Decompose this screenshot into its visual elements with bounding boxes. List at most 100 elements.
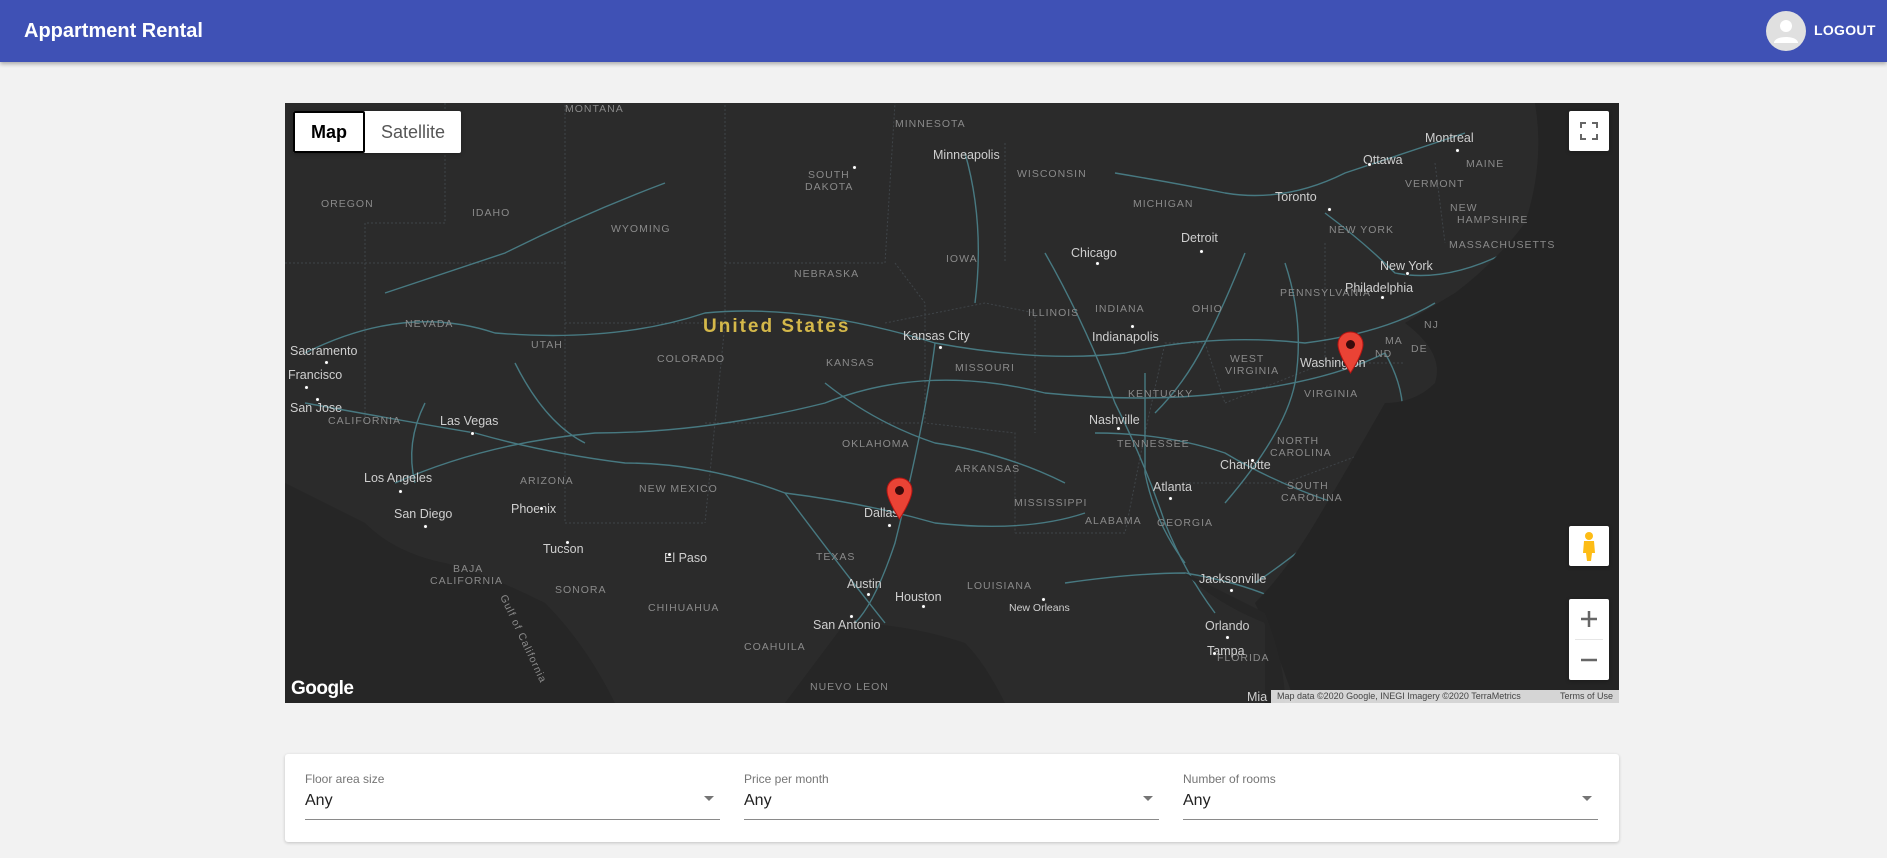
- city-dot-san-antonio: [849, 614, 854, 619]
- city-label-tucson: Tucson: [543, 542, 584, 556]
- city-label-montreal: Montreal: [1425, 131, 1474, 145]
- region-label-south-dakota-1: SOUTH: [808, 169, 850, 181]
- terms-link[interactable]: Terms of Use: [1560, 691, 1613, 702]
- region-label-chihuahua: CHIHUAHUA: [648, 602, 720, 614]
- region-label-michigan: MICHIGAN: [1133, 198, 1194, 210]
- city-dot-houston: [921, 604, 926, 609]
- city-label-houston: Houston: [895, 590, 942, 604]
- region-label-louisiana: LOUISIANA: [967, 580, 1033, 592]
- region-label-oklahoma: OKLAHOMA: [842, 438, 910, 450]
- price-select[interactable]: Price per month Any: [744, 772, 1159, 820]
- account-icon: [1774, 20, 1798, 43]
- map-type-map-button[interactable]: Map: [293, 111, 365, 153]
- zoom-out-button[interactable]: [1569, 640, 1609, 680]
- region-label-north-carolina-1: NORTH: [1277, 435, 1320, 447]
- map-type-satellite-button[interactable]: Satellite: [365, 111, 461, 153]
- city-dot-san-francisco: [304, 385, 309, 390]
- city-dot-philadelphia: [1380, 295, 1385, 300]
- city-dot-ottawa: [1367, 162, 1372, 167]
- city-dot-atlanta: [1168, 496, 1173, 501]
- city-label-phoenix: Phoenix: [511, 502, 557, 516]
- region-label-new-hampshire-2: HAMPSHIRE: [1457, 214, 1529, 226]
- region-label-kentucky: KENTUCKY: [1128, 388, 1194, 400]
- city-label-miami: Mia: [1247, 690, 1268, 703]
- region-label-idaho: IDAHO: [472, 207, 511, 219]
- city-dot-minneapolis: [852, 165, 857, 170]
- country-label: United States: [703, 316, 851, 337]
- price-label: Price per month: [744, 772, 829, 786]
- city-dot-el-paso: [667, 552, 672, 557]
- region-label-sonora: SONORA: [555, 584, 607, 596]
- region-label-delaware: DE: [1411, 343, 1428, 355]
- city-label-san-francisco: Francisco: [288, 368, 343, 382]
- region-label-nevada: NEVADA: [405, 318, 454, 330]
- city-label-philadelphia: Philadelphia: [1345, 281, 1414, 295]
- region-label-south-carolina-1: SOUTH: [1287, 480, 1329, 492]
- city-label-minneapolis: Minneapolis: [933, 148, 1000, 162]
- region-label-california: CALIFORNIA: [328, 415, 402, 427]
- city-dot-nashville: [1116, 426, 1121, 431]
- map-marker-dallas[interactable]: [886, 477, 913, 520]
- map-type-switcher: Map Satellite: [293, 111, 462, 153]
- region-label-west-virginia-2: VIRGINIA: [1225, 365, 1280, 377]
- map-marker-washington[interactable]: [1337, 331, 1364, 374]
- city-dot-jacksonville: [1229, 588, 1234, 593]
- street-view-button[interactable]: [1569, 526, 1609, 566]
- region-label-new-york: NEW YORK: [1329, 224, 1394, 236]
- city-label-chicago: Chicago: [1071, 246, 1117, 260]
- region-label-indiana: INDIANA: [1095, 303, 1145, 315]
- region-label-minnesota: MINNESOTA: [895, 118, 966, 130]
- region-label-nebraska: NEBRASKA: [794, 268, 860, 280]
- account-button[interactable]: [1766, 11, 1806, 51]
- rooms-select[interactable]: Number of rooms Any: [1183, 772, 1598, 820]
- city-dot-dallas: [887, 523, 892, 528]
- region-label-vermont: VERMONT: [1405, 178, 1465, 190]
- city-label-nashville: Nashville: [1089, 413, 1140, 427]
- city-dot-chicago: [1095, 261, 1100, 266]
- region-label-mississippi: MISSISSIPPI: [1014, 497, 1088, 509]
- map-view[interactable]: MONTANA MINNESOTA SOUTH DAKOTA WISCONSIN MICH…: [285, 103, 1619, 703]
- map-attribution: Map data ©2020 Google, INEGI Imagery ©20…: [1271, 690, 1619, 703]
- pegman-icon: [1583, 532, 1595, 561]
- city-label-indianapolis: Indianapolis: [1092, 330, 1159, 344]
- city-dot-toronto: [1327, 207, 1332, 212]
- city-dot-detroit: [1199, 249, 1204, 254]
- region-label-virginia: VIRGINIA: [1304, 388, 1359, 400]
- google-logo: Google: [291, 678, 354, 699]
- fullscreen-icon: [1580, 122, 1598, 140]
- floor-area-select[interactable]: Floor area size Any: [305, 772, 720, 820]
- plus-icon: [1581, 611, 1597, 627]
- city-label-las-vegas: Las Vegas: [440, 414, 499, 428]
- region-label-montana: MONTANA: [565, 103, 624, 115]
- city-dot-charlotte: [1250, 458, 1255, 463]
- floor-area-label: Floor area size: [305, 772, 385, 786]
- fullscreen-button[interactable]: [1569, 111, 1609, 151]
- city-dot-los-angeles: [398, 489, 403, 494]
- city-dot-sacramento: [324, 360, 329, 365]
- city-dot-las-vegas: [470, 431, 475, 436]
- region-label-west-virginia-1: WEST: [1230, 353, 1265, 365]
- chevron-down-icon: [1582, 796, 1592, 801]
- region-label-wisconsin: WISCONSIN: [1017, 168, 1087, 180]
- city-label-san-diego: San Diego: [394, 507, 453, 521]
- city-label-austin: Austin: [847, 577, 882, 591]
- city-dot-montreal: [1455, 148, 1460, 153]
- zoom-in-button[interactable]: [1569, 599, 1609, 639]
- region-label-illinois: ILLINOIS: [1028, 307, 1080, 319]
- region-label-north-carolina-2: CAROLINA: [1270, 447, 1332, 459]
- city-dot-kansas-city: [938, 345, 943, 350]
- region-label-coahuila: COAHUILA: [744, 641, 806, 653]
- region-label-ohio: OHIO: [1192, 303, 1223, 315]
- city-dot-austin: [866, 592, 871, 597]
- map-roads-layer: [285, 103, 1619, 703]
- city-label-sacramento: Sacramento: [290, 344, 358, 358]
- city-dot-phoenix: [539, 506, 544, 511]
- minus-icon: [1581, 658, 1597, 662]
- rooms-value: Any: [1183, 792, 1211, 809]
- region-label-oregon: OREGON: [321, 198, 374, 210]
- region-label-maine: MAINE: [1466, 158, 1505, 170]
- zoom-control: [1569, 599, 1609, 680]
- logout-button[interactable]: LOGOUT: [1814, 22, 1876, 38]
- app-title: Appartment Rental: [24, 20, 203, 42]
- region-label-new-jersey: NJ: [1424, 319, 1439, 331]
